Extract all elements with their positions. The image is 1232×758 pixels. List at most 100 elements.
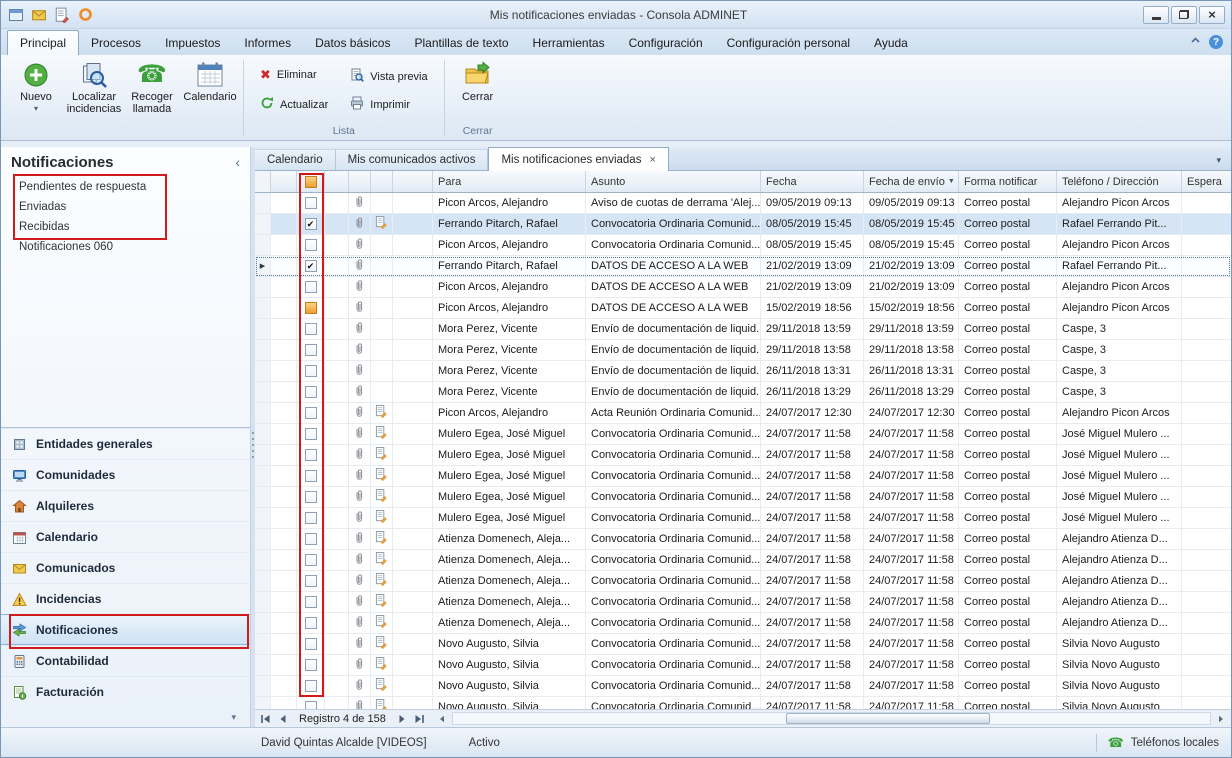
table-row[interactable]: ▶ ✔ Ferrando Pitarch, Rafael DATOS DE AC… [255,256,1231,277]
col-attachment[interactable] [349,171,371,192]
row-checkbox[interactable] [305,449,317,461]
tab-principal[interactable]: Principal [7,30,79,55]
col-forma-notificar[interactable]: Forma notificar [959,171,1057,192]
row-checkbox[interactable] [305,365,317,377]
col-espera[interactable]: Espera [1182,171,1231,192]
doc-tab-mis-notificaciones-enviadas[interactable]: Mis notificaciones enviadas× [488,147,668,171]
last-record-button[interactable] [411,711,428,726]
col-doc[interactable] [371,171,393,192]
row-checkbox-cell[interactable] [297,571,325,591]
restore-button[interactable] [1171,6,1197,24]
table-row[interactable]: Mora Perez, Vicente Envío de documentaci… [255,382,1231,403]
row-checkbox-cell[interactable] [297,550,325,570]
tab-plantillas-de-texto[interactable]: Plantillas de texto [402,32,520,55]
row-checkbox[interactable] [305,596,317,608]
sidebar-item-incidencias[interactable]: Incidencias [1,583,250,614]
eliminar-button[interactable]: ✖Eliminar [256,66,332,83]
row-checkbox-cell[interactable] [297,508,325,528]
row-checkbox[interactable] [305,239,317,251]
row-checkbox-cell[interactable]: ✔ [297,256,325,276]
row-checkbox-cell[interactable] [297,319,325,339]
horizontal-scrollbar[interactable] [452,712,1211,725]
row-checkbox[interactable] [305,323,317,335]
prev-record-button[interactable] [274,711,291,726]
imprimir-button[interactable]: Imprimir [346,94,431,115]
sidebar-item-facturacion[interactable]: Facturación [1,676,250,707]
row-checkbox-cell[interactable] [297,466,325,486]
row-checkbox[interactable] [305,197,317,209]
row-checkbox-cell[interactable] [297,487,325,507]
row-checkbox-cell[interactable] [297,193,325,213]
actualizar-button[interactable]: Actualizar [256,94,332,115]
localizar-incidencias-button[interactable]: Localizar incidencias [65,58,123,115]
col-asunto[interactable]: Asunto [586,171,761,192]
sidebar-item-comunicados[interactable]: Comunicados [1,552,250,583]
sidebar-splitter[interactable] [251,147,255,727]
row-checkbox-cell[interactable] [297,361,325,381]
table-row[interactable]: Novo Augusto, Silvia Convocatoria Ordina… [255,676,1231,697]
tab-ayuda[interactable]: Ayuda [862,32,920,55]
table-row[interactable]: Mulero Egea, José Miguel Convocatoria Or… [255,508,1231,529]
table-row[interactable]: Atienza Domenech, Aleja... Convocatoria … [255,613,1231,634]
hscroll-thumb[interactable] [786,713,990,724]
row-checkbox[interactable]: ✔ [305,218,317,230]
notes-icon[interactable] [53,6,71,24]
tab-herramientas[interactable]: Herramientas [521,32,617,55]
table-row[interactable]: Atienza Domenech, Aleja... Convocatoria … [255,529,1231,550]
app-icon[interactable] [7,6,25,24]
row-checkbox-cell[interactable] [297,592,325,612]
row-checkbox-cell[interactable] [297,676,325,696]
close-button[interactable]: × [1199,6,1225,24]
sidebar-item-comunidades[interactable]: Comunidades [1,459,250,490]
row-checkbox-cell[interactable] [297,235,325,255]
row-checkbox[interactable] [305,554,317,566]
table-row[interactable]: Atienza Domenech, Aleja... Convocatoria … [255,592,1231,613]
vista-previa-button[interactable]: Vista previa [346,66,431,87]
tab-close-icon[interactable]: × [649,154,655,166]
table-row[interactable]: Mulero Egea, José Miguel Convocatoria Or… [255,487,1231,508]
link-enviadas[interactable]: Enviadas [19,197,250,217]
link-pendientes-de-respuesta[interactable]: Pendientes de respuesta [19,177,250,197]
col-fecha-envio[interactable]: Fecha de envío▼ [864,171,959,192]
row-checkbox-cell[interactable] [297,277,325,297]
row-checkbox[interactable] [305,470,317,482]
table-row[interactable]: Picon Arcos, Alejandro Aviso de cuotas d… [255,193,1231,214]
record-icon[interactable] [76,6,94,24]
row-checkbox-cell[interactable] [297,634,325,654]
chevron-up-icon[interactable] [1189,34,1202,50]
table-row[interactable]: Picon Arcos, Alejandro Acta Reunión Ordi… [255,403,1231,424]
row-checkbox[interactable] [305,533,317,545]
col-telefono-direccion[interactable]: Teléfono / Dirección [1057,171,1182,192]
table-row[interactable]: Mulero Egea, José Miguel Convocatoria Or… [255,424,1231,445]
sidebar-item-calendario[interactable]: Calendario [1,521,250,552]
table-row[interactable]: Novo Augusto, Silvia Convocatoria Ordina… [255,697,1231,709]
row-checkbox[interactable]: ✔ [305,260,317,272]
table-row[interactable]: Mora Perez, Vicente Envío de documentaci… [255,319,1231,340]
row-checkbox[interactable] [305,386,317,398]
next-record-button[interactable] [394,711,411,726]
select-all-checkbox[interactable] [305,176,317,188]
sidebar-item-entidades-generales[interactable]: Entidades generales [1,428,250,459]
collapse-nav-icon[interactable]: ▾ [231,712,236,723]
mail-icon[interactable] [30,6,48,24]
row-checkbox-cell[interactable] [297,697,325,709]
row-checkbox-cell[interactable] [297,382,325,402]
row-checkbox[interactable] [305,428,317,440]
minimize-button[interactable] [1143,6,1169,24]
row-checkbox-cell[interactable]: ✔ [297,214,325,234]
row-checkbox-cell[interactable] [297,655,325,675]
table-row[interactable]: ✔ Ferrando Pitarch, Rafael Convocatoria … [255,214,1231,235]
row-checkbox[interactable] [305,407,317,419]
table-row[interactable]: Atienza Domenech, Aleja... Convocatoria … [255,550,1231,571]
table-row[interactable]: Atienza Domenech, Aleja... Convocatoria … [255,571,1231,592]
row-checkbox[interactable] [305,575,317,587]
cerrar-button[interactable]: Cerrar [449,58,507,103]
hscroll-right-button[interactable] [1212,711,1229,726]
row-checkbox-cell[interactable] [297,613,325,633]
hscroll-left-button[interactable] [434,711,451,726]
tab-procesos[interactable]: Procesos [79,32,153,55]
tab-configuracion-personal[interactable]: Configuración personal [715,32,862,55]
collapse-sidebar-icon[interactable]: ‹ [235,154,240,170]
row-checkbox[interactable] [305,701,317,709]
tab-list-dropdown-icon[interactable]: ▾ [1206,155,1231,170]
